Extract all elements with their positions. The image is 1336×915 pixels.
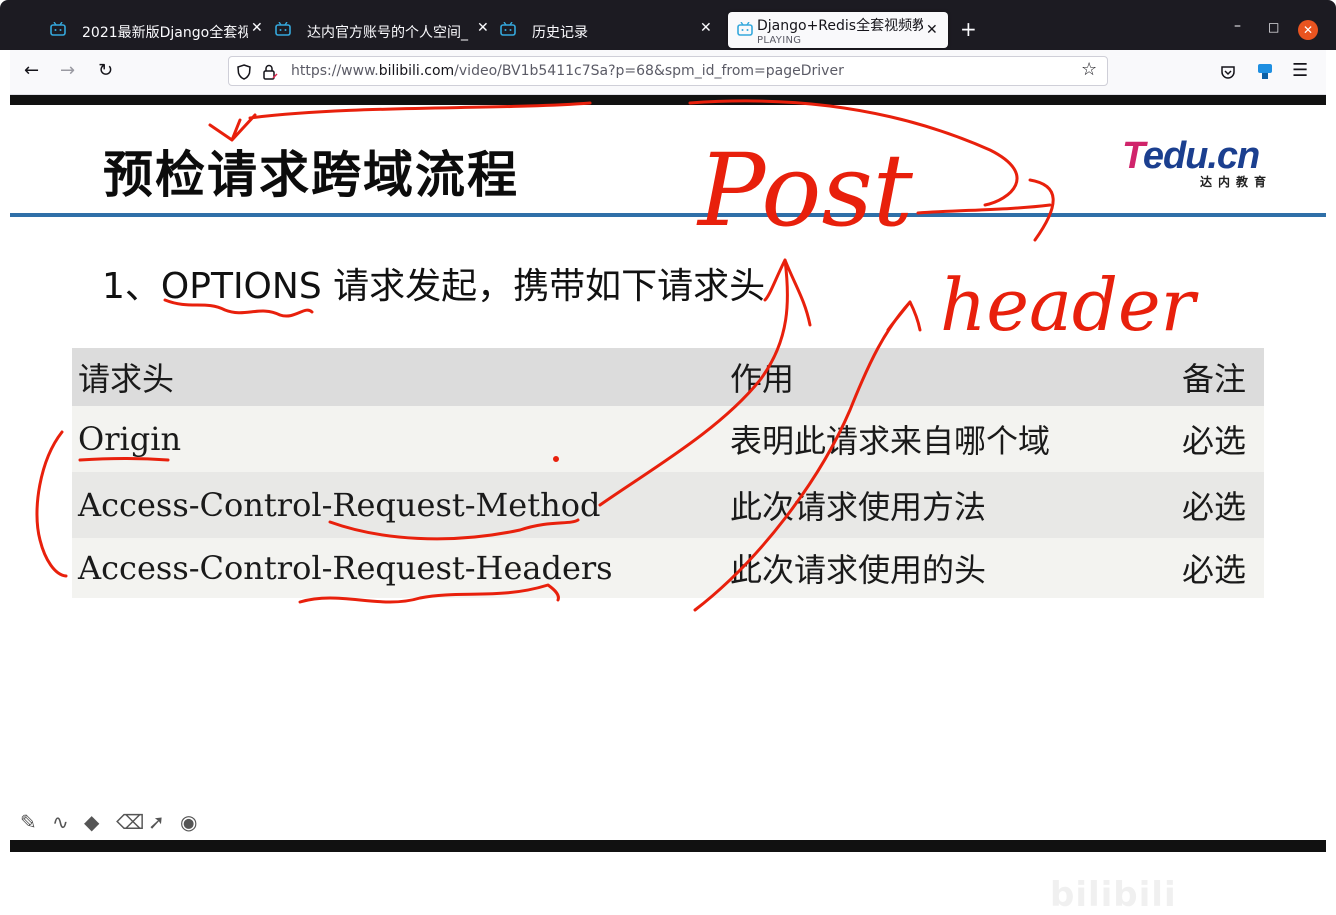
bilibili-icon	[275, 22, 291, 36]
lock-icon[interactable]	[261, 63, 279, 81]
record-tool-icon[interactable]: ◉	[180, 810, 197, 834]
new-tab-button[interactable]: +	[960, 17, 977, 41]
forward-arrow-icon[interactable]: →	[60, 60, 75, 81]
url-bar[interactable]: https://www.bilibili.com/video/BV1b5411c…	[228, 56, 1108, 86]
freehand-tool-icon[interactable]: ∿	[52, 810, 69, 834]
table-cell: 表明此请求来自哪个域	[730, 422, 1051, 460]
slide-title: 预检请求跨域流程	[103, 146, 519, 204]
tab-title: Django+Redis全套视频教	[757, 18, 923, 34]
bilibili-icon	[500, 22, 516, 36]
col-header: 作用	[730, 360, 795, 398]
tab-title: 2021最新版Django全套视	[82, 25, 248, 41]
maximize-button[interactable]: □	[1268, 20, 1279, 34]
table-cell: 此次请求使用的头	[730, 551, 987, 589]
col-header: 备注	[1182, 360, 1247, 398]
shield-icon[interactable]	[237, 64, 251, 80]
video-frame[interactable]: 预检请求跨域流程 Tedu.cn 达内教育 1、OPTIONS 请求发起，携带如…	[10, 95, 1326, 915]
table-cell: Access-Control-Request-Headers	[78, 549, 613, 587]
tedu-logo: Tedu.cn 达内教育	[1122, 135, 1282, 190]
reload-icon[interactable]: ↻	[98, 60, 113, 81]
table-row: Access-Control-Request-Headers 此次请求使用的头 …	[72, 538, 1264, 598]
window-close-button[interactable]: ✕	[1298, 20, 1318, 40]
video-top-border	[10, 95, 1326, 105]
extension-icon[interactable]	[1256, 62, 1274, 80]
bilibili-watermark: bilibili	[1050, 875, 1177, 915]
url-domain: bilibili.com	[378, 63, 455, 79]
url-text[interactable]: https://www.bilibili.com/video/BV1b5411c…	[291, 63, 844, 79]
navigation-toolbar: ← → ↻ https://www.bilibili.com/video/BV1…	[10, 50, 1326, 95]
request-headers-table: 请求头 作用 备注 Origin 表明此请求来自哪个域 必选 Access-Co…	[72, 348, 1264, 598]
table-header-row: 请求头 作用 备注	[72, 348, 1264, 406]
tab-history[interactable]: 历史记录 ✕	[450, 12, 720, 48]
minimize-button[interactable]: –	[1234, 18, 1241, 34]
bilibili-icon	[50, 22, 66, 36]
table-cell: Origin	[78, 420, 182, 458]
pen-tool-icon[interactable]: ✎	[20, 810, 37, 834]
table-cell: 此次请求使用方法	[730, 488, 987, 526]
close-icon[interactable]: ✕	[926, 22, 938, 38]
back-arrow-icon[interactable]: ←	[24, 60, 39, 81]
bilibili-icon	[737, 22, 753, 36]
logo-text: Tedu.cn	[1122, 135, 1260, 177]
menu-icon[interactable]: ☰	[1292, 60, 1308, 81]
tab-title: 达内官方账号的个人空间_	[307, 25, 468, 41]
table-cell: 必选	[1182, 488, 1247, 526]
fill-tool-icon[interactable]: ◆	[84, 810, 99, 834]
table-cell: 必选	[1182, 551, 1247, 589]
close-icon[interactable]: ✕	[700, 20, 712, 36]
pocket-icon[interactable]	[1220, 64, 1236, 80]
tab-django-redis-playing[interactable]: Django+Redis全套视频教 PLAYING ✕	[728, 12, 948, 48]
url-path: /video/BV1b5411c7Sa?p=68&spm_id_from=pag…	[454, 63, 844, 79]
col-header: 请求头	[78, 360, 175, 398]
logo-subtitle: 达内教育	[1200, 175, 1273, 189]
tab-strip: 2021最新版Django全套视 ✕ 达内官方账号的个人空间_ ✕ 历史记录 ✕…	[0, 0, 1336, 50]
table-row: Access-Control-Request-Method 此次请求使用方法 必…	[72, 472, 1264, 538]
table-row: Origin 表明此请求来自哪个域 必选	[72, 406, 1264, 472]
table-cell: 必选	[1182, 422, 1247, 460]
bookmark-star-icon[interactable]: ☆	[1081, 59, 1097, 80]
tab-title: 历史记录	[532, 25, 588, 41]
tab-playing-label: PLAYING	[757, 35, 802, 46]
table-cell: Access-Control-Request-Method	[78, 486, 601, 524]
eraser-tool-icon[interactable]: ⌫	[116, 810, 144, 834]
pointer-tool-icon[interactable]: ➚	[148, 810, 165, 834]
slide-point: 1、OPTIONS 请求发起，携带如下请求头	[102, 266, 766, 307]
url-prefix: https://www.	[291, 63, 379, 79]
title-divider	[10, 213, 1326, 217]
video-bottom-border	[10, 840, 1326, 852]
